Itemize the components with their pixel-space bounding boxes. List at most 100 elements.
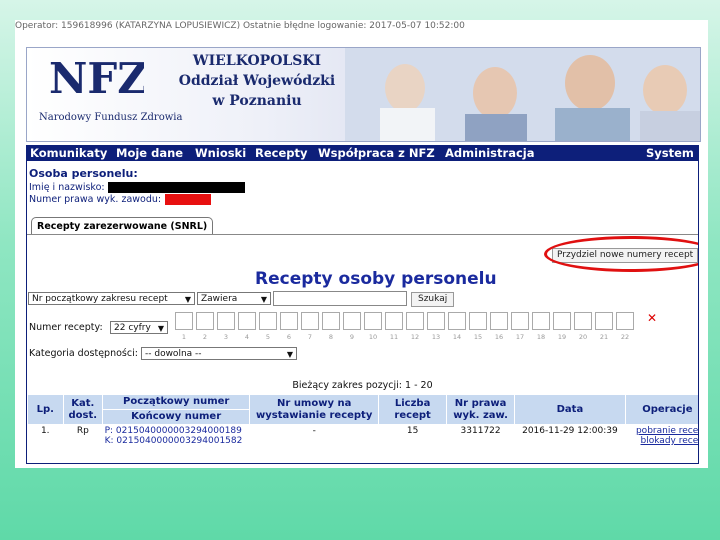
recipe-digit-index: 18 [536,333,546,341]
col-date: Data [514,394,626,425]
col-lp: Lp. [27,394,64,425]
recipe-digit-input[interactable] [175,312,193,330]
category-select[interactable]: -- dowolna -- ▼ [141,347,297,360]
recipe-digit-index: 20 [578,333,588,341]
recipe-digit-index: 10 [368,333,378,341]
cell-date: 2016-11-29 12:00:39 [522,426,618,436]
assign-numbers-button[interactable]: Przydziel nowe numery recept [552,248,698,263]
menu-item-komunikaty[interactable]: Komunikaty [30,145,107,161]
recipe-digit-input[interactable] [427,312,445,330]
cell-kat: Rp [76,426,89,436]
menu-item-wspolpraca[interactable]: Współpraca z NFZ [318,145,435,161]
chevron-down-icon: ▼ [260,295,267,304]
name-label: Imię i nazwisko: [29,182,105,193]
recipe-digit-input[interactable] [343,312,361,330]
cell-license: 3311722 [460,426,501,436]
recipe-digit-input[interactable] [469,312,487,330]
search-mode-select[interactable]: Zawiera ▼ [197,292,271,305]
recipe-digit-input[interactable] [532,312,550,330]
cell-contract: - [312,426,316,436]
svg-text:NFZ: NFZ [49,54,144,99]
recipe-digit-index: 22 [620,333,630,341]
recipe-digit-input[interactable] [595,312,613,330]
recipe-digit-input[interactable] [616,312,634,330]
recipe-digit-index: 17 [515,333,525,341]
recipe-digit-index: 15 [473,333,483,341]
menu-item-system[interactable]: System [646,145,694,161]
digits-select[interactable]: 22 cyfry ▼ [110,321,168,334]
cell-numbers: P: 0215040000003294000189 K: 02150400000… [103,425,250,448]
recipe-digit-input[interactable] [448,312,466,330]
col-start: Początkowy numer [102,394,251,410]
cell-start: P: 0215040000003294000189 [104,426,242,436]
tab-divider [27,234,698,235]
recipe-digit-input[interactable] [574,312,592,330]
main-menu: Komunikaty Moje dane Wnioski Recepty Wsp… [26,145,699,161]
recipe-digit-input[interactable] [553,312,571,330]
col-license: Nr prawa wyk. zaw. [446,394,516,425]
recipe-digit-index: 5 [265,333,271,341]
operator-line: Operator: 159618996 (KATARZYNA LOPUSIEWI… [15,21,465,31]
download-recipes-link[interactable]: pobranie recept [627,426,698,436]
table-row: 1. Rp P: 0215040000003294000189 K: 02150… [28,425,698,448]
redacted-name [108,182,245,193]
recipe-digit-input[interactable] [511,312,529,330]
app-page: Operator: 159618996 (KATARZYNA LOPUSIEWI… [15,20,708,468]
logo-subtitle: Narodowy Fundusz Zdrowia [39,112,183,123]
chevron-down-icon: ▼ [157,324,164,333]
header-banner: NFZ Narodowy Fundusz Zdrowia WIELKOPOLSK… [26,47,701,142]
recipes-table: Lp. Kat. dost. Początkowy numer Nr umowy… [27,394,698,448]
range-text: Bieżący zakres pozycji: 1 - 20 [292,380,433,391]
menu-item-moje-dane[interactable]: Moje dane [116,145,183,161]
recipe-digit-input[interactable] [301,312,319,330]
recipe-digit-input[interactable] [490,312,508,330]
search-input[interactable] [273,291,407,306]
col-end: Końcowy numer [102,409,251,425]
cell-count: 15 [406,426,419,436]
table-header-row: Lp. Kat. dost. Początkowy numer Nr umowy… [27,394,698,425]
person-title: Osoba personelu: [29,167,138,180]
search-button[interactable]: Szukaj [411,292,455,307]
menu-item-recepty[interactable]: Recepty [255,145,308,161]
recipe-digit-input[interactable] [196,312,214,330]
recipe-digit-index: 13 [431,333,441,341]
recipe-digit-index: 9 [349,333,355,341]
license-label: Numer prawa wyk. zawodu: [29,194,162,205]
recipe-digit-input[interactable] [322,312,340,330]
recipe-digit-input[interactable] [217,312,235,330]
recipe-digit-index: 2 [202,333,208,341]
recipe-digit-input[interactable] [259,312,277,330]
cell-lp: 1. [40,426,50,436]
recipe-digit-index: 11 [389,333,399,341]
redacted-license [165,194,211,205]
recipe-digit-index: 19 [557,333,567,341]
col-count: Liczba recept [378,394,448,425]
recipe-digit-input[interactable] [238,312,256,330]
main-content: Osoba personelu: Imię i nazwisko: Numer … [26,161,699,464]
recipe-digit-index: 6 [286,333,292,341]
search-field-select[interactable]: Nr początkowy zakresu recept ▼ [28,292,195,305]
recipe-number-label: Numer recepty: [29,322,103,333]
chevron-down-icon: ▼ [286,350,293,359]
recipe-digit-index: 7 [307,333,313,341]
block-recipes-link[interactable]: blokady recept [627,436,698,446]
recipe-digit-input[interactable] [385,312,403,330]
tab-recepty-zarezerwowane[interactable]: Recepty zarezerwowane (SNRL) [31,217,214,235]
menu-item-wnioski[interactable]: Wnioski [195,145,246,161]
close-icon[interactable]: ✕ [647,311,657,325]
recipe-digit-index: 1 [181,333,187,341]
col-ops: Operacje [624,394,698,425]
recipe-digit-input[interactable] [364,312,382,330]
menu-item-administracja[interactable]: Administracja [445,145,534,161]
recipe-digit-input[interactable] [280,312,298,330]
recipe-digit-index: 4 [244,333,250,341]
nfz-logo: NFZ [49,54,144,99]
recipe-digit-index: 8 [328,333,334,341]
category-label: Kategoria dostępności: [29,348,138,359]
recipe-digit-index: 3 [223,333,229,341]
cell-ops: pobranie recept blokady recept [625,425,698,448]
branch-name: WIELKOPOLSKI Oddział Wojewódzki w Poznan… [178,53,336,109]
recipe-digit-index: 21 [599,333,609,341]
recipe-digit-index: 12 [410,333,420,341]
recipe-digit-input[interactable] [406,312,424,330]
